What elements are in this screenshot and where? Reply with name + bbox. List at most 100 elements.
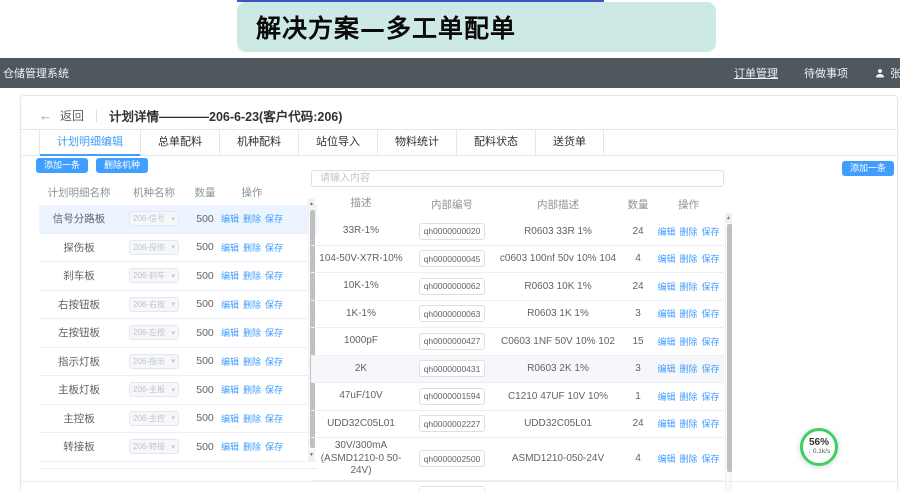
delete-link[interactable]: 删除 xyxy=(679,307,697,320)
scroll-up-icon[interactable]: ▲ xyxy=(726,214,731,223)
tab[interactable]: 物料统计 xyxy=(378,130,457,155)
internal-code-input[interactable] xyxy=(419,278,485,295)
delete-link[interactable]: 删除 xyxy=(243,326,261,339)
model-select[interactable]: 206-主板 ▾ xyxy=(129,382,179,397)
model-select[interactable]: 206-左按 ▾ xyxy=(129,325,179,340)
edit-link[interactable]: 编辑 xyxy=(657,225,675,238)
save-link[interactable]: 保存 xyxy=(702,452,720,465)
edit-link[interactable]: 编辑 xyxy=(221,412,239,425)
internal-code-input[interactable] xyxy=(419,450,485,467)
edit-link[interactable]: 编辑 xyxy=(657,280,675,293)
right-table-scrollbar[interactable]: ▲ ▼ xyxy=(725,213,732,491)
edit-link[interactable]: 编辑 xyxy=(657,335,675,348)
model-select[interactable]: 206-主控 ▾ xyxy=(129,411,179,426)
tab[interactable]: 配料状态 xyxy=(457,130,536,155)
delete-link[interactable]: 删除 xyxy=(243,212,261,225)
quantity: 500 xyxy=(189,412,221,424)
internal-code-input[interactable] xyxy=(419,223,485,240)
edit-link[interactable]: 编辑 xyxy=(657,307,675,320)
model-select[interactable]: 206-指示 ▾ xyxy=(129,354,179,369)
save-link[interactable]: 保存 xyxy=(265,440,283,453)
edit-link[interactable]: 编辑 xyxy=(221,383,239,396)
save-link[interactable]: 保存 xyxy=(265,355,283,368)
internal-code-input[interactable] xyxy=(419,360,485,377)
add-row-button[interactable]: 添加一条 xyxy=(36,158,88,173)
tab[interactable]: 机种配料 xyxy=(220,130,299,155)
save-link[interactable]: 保存 xyxy=(265,298,283,311)
delete-link[interactable]: 删除 xyxy=(679,390,697,403)
edit-link[interactable]: 编辑 xyxy=(657,362,675,375)
internal-code-input[interactable] xyxy=(419,333,485,350)
back-arrow-icon[interactable]: ← xyxy=(39,108,52,123)
model-select[interactable]: 206-右按 ▾ xyxy=(129,297,179,312)
nav-link-todo-items[interactable]: 待做事项 xyxy=(804,65,848,81)
save-link[interactable]: 保存 xyxy=(702,225,720,238)
internal-code-input[interactable] xyxy=(419,486,485,491)
delete-link[interactable]: 删除 xyxy=(679,280,697,293)
delete-link[interactable]: 删除 xyxy=(243,298,261,311)
material-table-panel: 描述 内部编号 内部描述 数量 操作 33R-1% R0603 33R 1% 2… xyxy=(311,168,732,491)
material-desc: 30V/300mA (ASMD1210-0 50-24V) xyxy=(311,440,411,478)
internal-code-input[interactable] xyxy=(419,388,485,405)
add-row-right-button[interactable]: 添加一条 xyxy=(842,161,894,176)
network-progress-widget[interactable]: 56% ↓ 0.1k/s xyxy=(800,428,838,466)
save-link[interactable]: 保存 xyxy=(702,252,720,265)
edit-link[interactable]: 编辑 xyxy=(221,241,239,254)
edit-link[interactable]: 编辑 xyxy=(221,440,239,453)
delete-link[interactable]: 删除 xyxy=(243,383,261,396)
edit-link[interactable]: 编辑 xyxy=(657,417,675,430)
edit-link[interactable]: 编辑 xyxy=(221,269,239,282)
tab[interactable]: 总单配料 xyxy=(141,130,220,155)
model-select[interactable]: 206-探伤 ▾ xyxy=(129,240,179,255)
save-link[interactable]: 保存 xyxy=(702,280,720,293)
edit-link[interactable]: 编辑 xyxy=(657,252,675,265)
save-link[interactable]: 保存 xyxy=(702,307,720,320)
quantity: 500 xyxy=(189,327,221,339)
tab[interactable]: 站位导入 xyxy=(299,130,378,155)
row-actions: 编辑 删除 保存 xyxy=(653,335,724,348)
delete-link[interactable]: 删除 xyxy=(243,440,261,453)
scrollbar-thumb[interactable] xyxy=(727,224,732,472)
internal-code-input[interactable] xyxy=(419,305,485,322)
save-link[interactable]: 保存 xyxy=(265,241,283,254)
chevron-down-icon: ▾ xyxy=(171,329,175,337)
save-link[interactable]: 保存 xyxy=(265,269,283,282)
model-select[interactable]: 206-信号 ▾ xyxy=(129,211,179,226)
model-select[interactable]: 206-转接 ▾ xyxy=(129,439,179,454)
save-link[interactable]: 保存 xyxy=(265,383,283,396)
save-link[interactable]: 保存 xyxy=(265,212,283,225)
internal-code-input[interactable] xyxy=(419,415,485,432)
internal-code-input[interactable] xyxy=(419,250,485,267)
delete-link[interactable]: 删除 xyxy=(679,252,697,265)
edit-link[interactable]: 编辑 xyxy=(657,390,675,403)
delete-link[interactable]: 删除 xyxy=(243,241,261,254)
edit-link[interactable]: 编辑 xyxy=(221,298,239,311)
delete-link[interactable]: 删除 xyxy=(679,225,697,238)
back-button[interactable]: 返回 xyxy=(60,107,84,124)
delete-link[interactable]: 删除 xyxy=(679,362,697,375)
search-input[interactable] xyxy=(311,170,724,187)
delete-link[interactable]: 删除 xyxy=(679,335,697,348)
user-menu[interactable]: 张 xyxy=(874,65,900,81)
model-select[interactable]: 206-刹车 ▾ xyxy=(129,268,179,283)
save-link[interactable]: 保存 xyxy=(265,412,283,425)
save-link[interactable]: 保存 xyxy=(702,362,720,375)
delete-link[interactable]: 删除 xyxy=(243,355,261,368)
nav-link-order-management[interactable]: 订单管理 xyxy=(734,65,778,81)
delete-link[interactable]: 删除 xyxy=(243,412,261,425)
tab[interactable]: 送货单 xyxy=(536,130,604,155)
tab[interactable]: 计划明细编辑 xyxy=(39,130,141,155)
edit-link[interactable]: 编辑 xyxy=(221,355,239,368)
edit-link[interactable]: 编辑 xyxy=(221,212,239,225)
quantity: 500 xyxy=(189,213,221,225)
delete-link[interactable]: 删除 xyxy=(679,417,697,430)
save-link[interactable]: 保存 xyxy=(702,390,720,403)
save-link[interactable]: 保存 xyxy=(702,417,720,430)
delete-link[interactable]: 删除 xyxy=(243,269,261,282)
delete-link[interactable]: 删除 xyxy=(679,452,697,465)
save-link[interactable]: 保存 xyxy=(702,335,720,348)
save-link[interactable]: 保存 xyxy=(265,326,283,339)
edit-link[interactable]: 编辑 xyxy=(657,452,675,465)
edit-link[interactable]: 编辑 xyxy=(221,326,239,339)
delete-model-button[interactable]: 删除机种 xyxy=(96,158,148,173)
